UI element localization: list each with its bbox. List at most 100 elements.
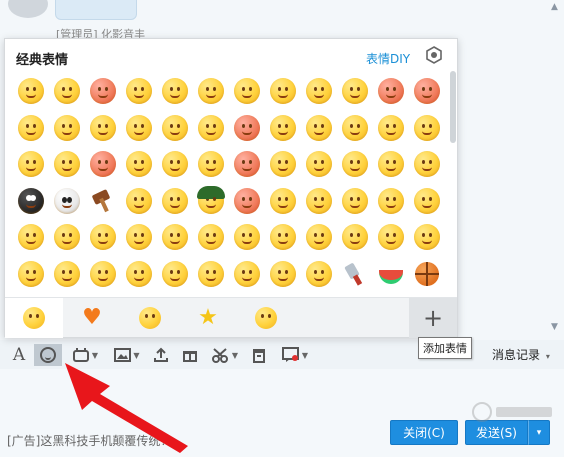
- scroll-down-arrow[interactable]: ▼: [551, 322, 558, 332]
- emoji-item[interactable]: [229, 183, 265, 220]
- laughing-face-icon: [255, 307, 277, 329]
- emoji-item[interactable]: [337, 219, 373, 256]
- emoji-item[interactable]: [229, 256, 265, 293]
- emoji-item[interactable]: [121, 183, 157, 220]
- emoji-item[interactable]: [121, 73, 157, 110]
- emoji-item[interactable]: [265, 146, 301, 183]
- hexagon-gear-icon[interactable]: [425, 46, 443, 64]
- emoji-item[interactable]: [157, 146, 193, 183]
- close-button[interactable]: 关闭(C): [390, 420, 458, 445]
- emoji-item[interactable]: [193, 146, 229, 183]
- screenshot-button[interactable]: ▼: [207, 344, 243, 366]
- emoji-face-icon: [342, 187, 368, 214]
- emoji-item[interactable]: [121, 110, 157, 147]
- emoji-item[interactable]: [193, 110, 229, 147]
- emoji-face-icon: [234, 260, 260, 287]
- emoji-item[interactable]: [13, 219, 49, 256]
- scroll-up-arrow[interactable]: ▲: [551, 2, 558, 12]
- avatar[interactable]: [8, 0, 48, 18]
- emoji-item[interactable]: [409, 256, 445, 293]
- emoji-item[interactable]: [301, 256, 337, 293]
- emoji-item[interactable]: [229, 219, 265, 256]
- emoji-item[interactable]: [301, 110, 337, 147]
- emoji-item[interactable]: [265, 219, 301, 256]
- emoji-item[interactable]: [373, 219, 409, 256]
- emoji-item[interactable]: [85, 110, 121, 147]
- emoji-item[interactable]: [409, 219, 445, 256]
- emoji-item[interactable]: [409, 183, 445, 220]
- emoji-item[interactable]: [373, 146, 409, 183]
- emoji-face-icon: [415, 261, 439, 286]
- emoji-face-icon: [343, 262, 367, 286]
- tab-grin[interactable]: [121, 298, 179, 338]
- emoji-item[interactable]: [265, 256, 301, 293]
- emoji-item[interactable]: [301, 73, 337, 110]
- file-button[interactable]: [248, 344, 270, 366]
- emoji-item[interactable]: [85, 146, 121, 183]
- emoji-button[interactable]: [34, 344, 62, 366]
- emoji-item[interactable]: [409, 73, 445, 110]
- emoji-item[interactable]: [337, 256, 373, 293]
- emoji-item[interactable]: [157, 256, 193, 293]
- emoji-item[interactable]: [193, 256, 229, 293]
- emoji-item[interactable]: [373, 256, 409, 293]
- tab-laugh[interactable]: [237, 298, 295, 338]
- emoji-item[interactable]: [13, 110, 49, 147]
- emoji-item[interactable]: [157, 110, 193, 147]
- emoji-item[interactable]: [121, 146, 157, 183]
- emoji-item[interactable]: [49, 256, 85, 293]
- emoji-item[interactable]: [13, 256, 49, 293]
- emoji-item[interactable]: [229, 110, 265, 147]
- emoji-item[interactable]: [265, 183, 301, 220]
- emoji-item[interactable]: [409, 110, 445, 147]
- emoji-item[interactable]: [85, 73, 121, 110]
- emoji-item[interactable]: [193, 183, 229, 220]
- emoji-panel-title: 经典表情: [16, 53, 69, 68]
- emoji-item[interactable]: [265, 110, 301, 147]
- emoji-item[interactable]: [85, 256, 121, 293]
- emoji-item[interactable]: [13, 73, 49, 110]
- emoji-item[interactable]: [49, 219, 85, 256]
- emoji-diy-link[interactable]: 表情DIY: [366, 50, 410, 67]
- emoji-item[interactable]: [373, 73, 409, 110]
- feedback-button[interactable]: ▼: [278, 344, 312, 366]
- emoji-item[interactable]: [49, 146, 85, 183]
- emoji-item[interactable]: [301, 219, 337, 256]
- emoji-item[interactable]: [409, 146, 445, 183]
- add-emoji-button[interactable]: +: [409, 298, 457, 338]
- emoji-face-icon: [234, 224, 260, 251]
- message-history-button[interactable]: 消息记录 ▾: [492, 346, 550, 363]
- emoji-item[interactable]: [373, 183, 409, 220]
- emoji-item[interactable]: [229, 73, 265, 110]
- emoji-panel-scrollbar[interactable]: [450, 71, 456, 143]
- emoji-item[interactable]: [157, 183, 193, 220]
- emoji-item[interactable]: [121, 256, 157, 293]
- emoji-item[interactable]: [85, 183, 121, 220]
- emoji-item[interactable]: [337, 146, 373, 183]
- emoji-item[interactable]: [157, 219, 193, 256]
- emoji-item[interactable]: [193, 219, 229, 256]
- emoji-item[interactable]: [337, 110, 373, 147]
- tab-favorites[interactable]: ♥: [63, 298, 121, 338]
- emoji-item[interactable]: [157, 73, 193, 110]
- emoji-item[interactable]: [85, 219, 121, 256]
- emoji-face-icon: [306, 187, 332, 214]
- emoji-item[interactable]: [265, 73, 301, 110]
- emoji-item[interactable]: [121, 219, 157, 256]
- emoji-item[interactable]: [13, 183, 49, 220]
- emoji-face-icon: [54, 151, 80, 178]
- emoji-item[interactable]: [337, 183, 373, 220]
- tab-default-emoji[interactable]: [5, 298, 63, 338]
- font-button[interactable]: A: [9, 344, 29, 366]
- emoji-item[interactable]: [301, 146, 337, 183]
- emoji-item[interactable]: [49, 110, 85, 147]
- emoji-item[interactable]: [301, 183, 337, 220]
- emoji-item[interactable]: [49, 183, 85, 220]
- emoji-item[interactable]: [49, 73, 85, 110]
- tab-star[interactable]: ★: [179, 298, 237, 338]
- emoji-item[interactable]: [373, 110, 409, 147]
- emoji-item[interactable]: [193, 73, 229, 110]
- emoji-item[interactable]: [229, 146, 265, 183]
- emoji-item[interactable]: [13, 146, 49, 183]
- emoji-item[interactable]: [337, 73, 373, 110]
